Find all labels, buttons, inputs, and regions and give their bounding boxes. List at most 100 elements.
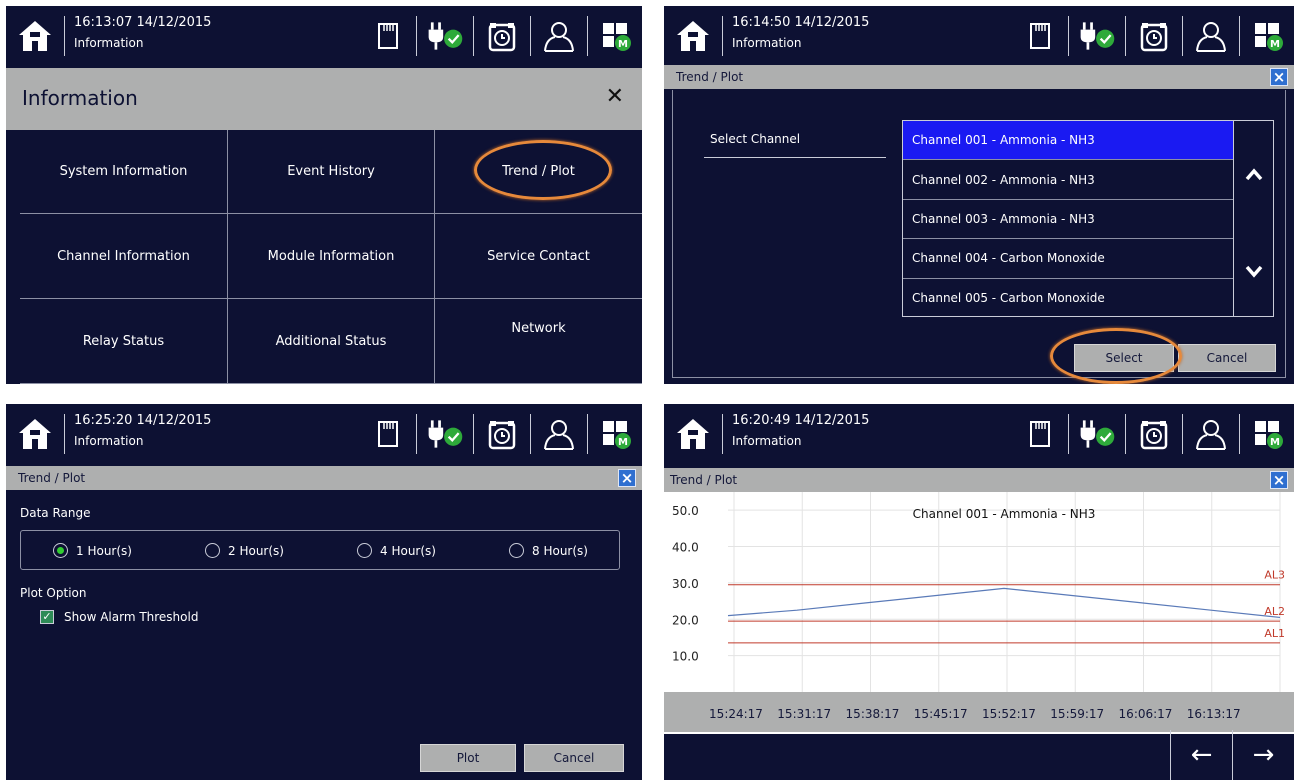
trend-plot-screen: 16:20:49 14/12/2015 Information M Trend … — [664, 404, 1294, 780]
cancel-button[interactable]: Cancel — [524, 744, 624, 772]
svg-text:M: M — [1270, 39, 1280, 50]
previous-arrow-icon[interactable]: ← — [1170, 730, 1232, 780]
user-icon[interactable] — [539, 16, 579, 56]
close-icon[interactable]: × — [618, 469, 636, 487]
data-range-label: Data Range — [20, 506, 91, 520]
modules-icon[interactable]: M — [1248, 16, 1288, 56]
screen-subtitle: Information — [74, 434, 144, 448]
power-plug-icon[interactable] — [1077, 16, 1117, 56]
sd-card-icon[interactable] — [368, 16, 408, 56]
clock-text: 16:20:49 14/12/2015 — [732, 413, 870, 428]
modules-icon[interactable]: M — [596, 16, 636, 56]
range-option[interactable]: 1 Hour(s) — [53, 543, 132, 558]
data-range-group: 1 Hour(s) 2 Hour(s) 4 Hour(s) 8 Hour(s) — [20, 530, 620, 570]
chevron-up-icon[interactable] — [1244, 165, 1264, 185]
home-icon[interactable] — [16, 416, 54, 452]
status-header: 16:25:20 14/12/2015 Information M — [6, 404, 642, 464]
dialog-title-bar: Trend / Plot × — [6, 466, 642, 490]
info-title-bar: Information ✕ — [6, 68, 642, 130]
x-tick-label: 15:52:17 — [982, 707, 1036, 721]
x-tick-label: 15:24:17 — [709, 707, 763, 721]
menu-item-service-contact[interactable]: Service Contact — [435, 214, 642, 299]
range-option[interactable]: 4 Hour(s) — [357, 543, 436, 558]
modules-icon[interactable]: M — [596, 414, 636, 454]
channel-scrollbar — [1234, 120, 1274, 317]
x-tick-label: 16:13:17 — [1187, 707, 1241, 721]
clock-text: 16:13:07 14/12/2015 — [74, 15, 212, 30]
highlight-ring — [474, 140, 612, 200]
alarm-clock-icon[interactable] — [1134, 414, 1174, 454]
y-tick-label: 20.0 — [672, 613, 699, 627]
close-icon[interactable]: × — [1270, 471, 1288, 489]
home-icon[interactable] — [16, 18, 54, 54]
radio-button[interactable] — [509, 543, 524, 558]
radio-button[interactable] — [53, 543, 68, 558]
menu-item-channel-information[interactable]: Channel Information — [20, 214, 228, 299]
range-option[interactable]: 2 Hour(s) — [205, 543, 284, 558]
label-underline — [704, 157, 886, 158]
range-option-label: 2 Hour(s) — [228, 543, 284, 558]
menu-item-additional-status[interactable]: Additional Status — [228, 299, 435, 384]
screen-subtitle: Information — [74, 36, 144, 50]
user-icon[interactable] — [539, 414, 579, 454]
status-header: 16:14:50 14/12/2015 Information M — [664, 6, 1294, 66]
dialog-title-bar: Trend / Plot × — [664, 468, 1294, 492]
x-tick-label: 16:06:17 — [1119, 707, 1173, 721]
alarm-clock-icon[interactable] — [1134, 16, 1174, 56]
menu-item-module-information[interactable]: Module Information — [228, 214, 435, 299]
x-tick-label: 15:45:17 — [914, 707, 968, 721]
clock-text: 16:14:50 14/12/2015 — [732, 15, 870, 30]
select-channel-screen: 16:14:50 14/12/2015 Information M Trend … — [664, 6, 1294, 384]
range-option[interactable]: 8 Hour(s) — [509, 543, 588, 558]
y-tick-label: 40.0 — [672, 541, 699, 555]
show-alarm-threshold-label: Show Alarm Threshold — [64, 610, 199, 624]
plot-options-screen: 16:25:20 14/12/2015 Information M Trend … — [6, 404, 642, 780]
sd-card-icon[interactable] — [1020, 16, 1060, 56]
menu-item-system-information[interactable]: System Information — [20, 130, 228, 214]
power-plug-icon[interactable] — [425, 414, 465, 454]
power-plug-icon[interactable] — [425, 16, 465, 56]
plot-button[interactable]: Plot — [420, 744, 516, 772]
menu-item-network[interactable]: Network — [435, 299, 642, 384]
channel-list-item[interactable]: Channel 001 - Ammonia - NH3 — [903, 121, 1233, 161]
close-icon[interactable]: × — [1270, 68, 1288, 86]
radio-button[interactable] — [357, 543, 372, 558]
threshold-label: AL1 — [1264, 627, 1285, 640]
cancel-button[interactable]: Cancel — [1178, 344, 1276, 372]
modules-icon[interactable]: M — [1248, 414, 1288, 454]
clock-text: 16:25:20 14/12/2015 — [74, 413, 212, 428]
show-alarm-threshold-checkbox[interactable]: ✓ — [40, 610, 54, 624]
header-divider — [722, 414, 723, 454]
information-menu-screen: 16:13:07 14/12/2015 Information M Inform… — [6, 6, 642, 384]
power-plug-icon[interactable] — [1077, 414, 1117, 454]
home-icon[interactable] — [674, 416, 712, 452]
channel-list: Channel 001 - Ammonia - NH3 Channel 002 -… — [902, 120, 1234, 317]
x-tick-label: 15:59:17 — [1050, 707, 1104, 721]
svg-text:M: M — [618, 39, 628, 50]
channel-list-item[interactable]: Channel 002 - Ammonia - NH3 — [903, 160, 1233, 200]
sd-card-icon[interactable] — [1020, 414, 1060, 454]
alarm-clock-icon[interactable] — [482, 16, 522, 56]
sd-card-icon[interactable] — [368, 414, 408, 454]
radio-button[interactable] — [205, 543, 220, 558]
chevron-down-icon[interactable] — [1244, 261, 1264, 281]
home-icon[interactable] — [674, 18, 712, 54]
menu-item-event-history[interactable]: Event History — [228, 130, 435, 214]
channel-list-item[interactable]: Channel 004 - Carbon Monoxide — [903, 239, 1233, 279]
y-tick-label: 10.0 — [672, 650, 699, 664]
channel-list-item[interactable]: Channel 003 - Ammonia - NH3 — [903, 200, 1233, 240]
screen-subtitle: Information — [732, 434, 802, 448]
header-divider — [64, 414, 65, 454]
range-option-label: 1 Hour(s) — [76, 543, 132, 558]
channel-list-item[interactable]: Channel 005 - Carbon Monoxide — [903, 279, 1233, 318]
info-title: Information — [22, 86, 138, 110]
menu-item-relay-status[interactable]: Relay Status — [20, 299, 228, 384]
next-arrow-icon[interactable]: → — [1232, 730, 1294, 780]
user-icon[interactable] — [1191, 16, 1231, 56]
alarm-clock-icon[interactable] — [482, 414, 522, 454]
close-icon[interactable]: ✕ — [606, 84, 624, 109]
user-icon[interactable] — [1191, 414, 1231, 454]
y-tick-label: 30.0 — [672, 577, 699, 591]
screen-subtitle: Information — [732, 36, 802, 50]
x-tick-label: 15:31:17 — [777, 707, 831, 721]
